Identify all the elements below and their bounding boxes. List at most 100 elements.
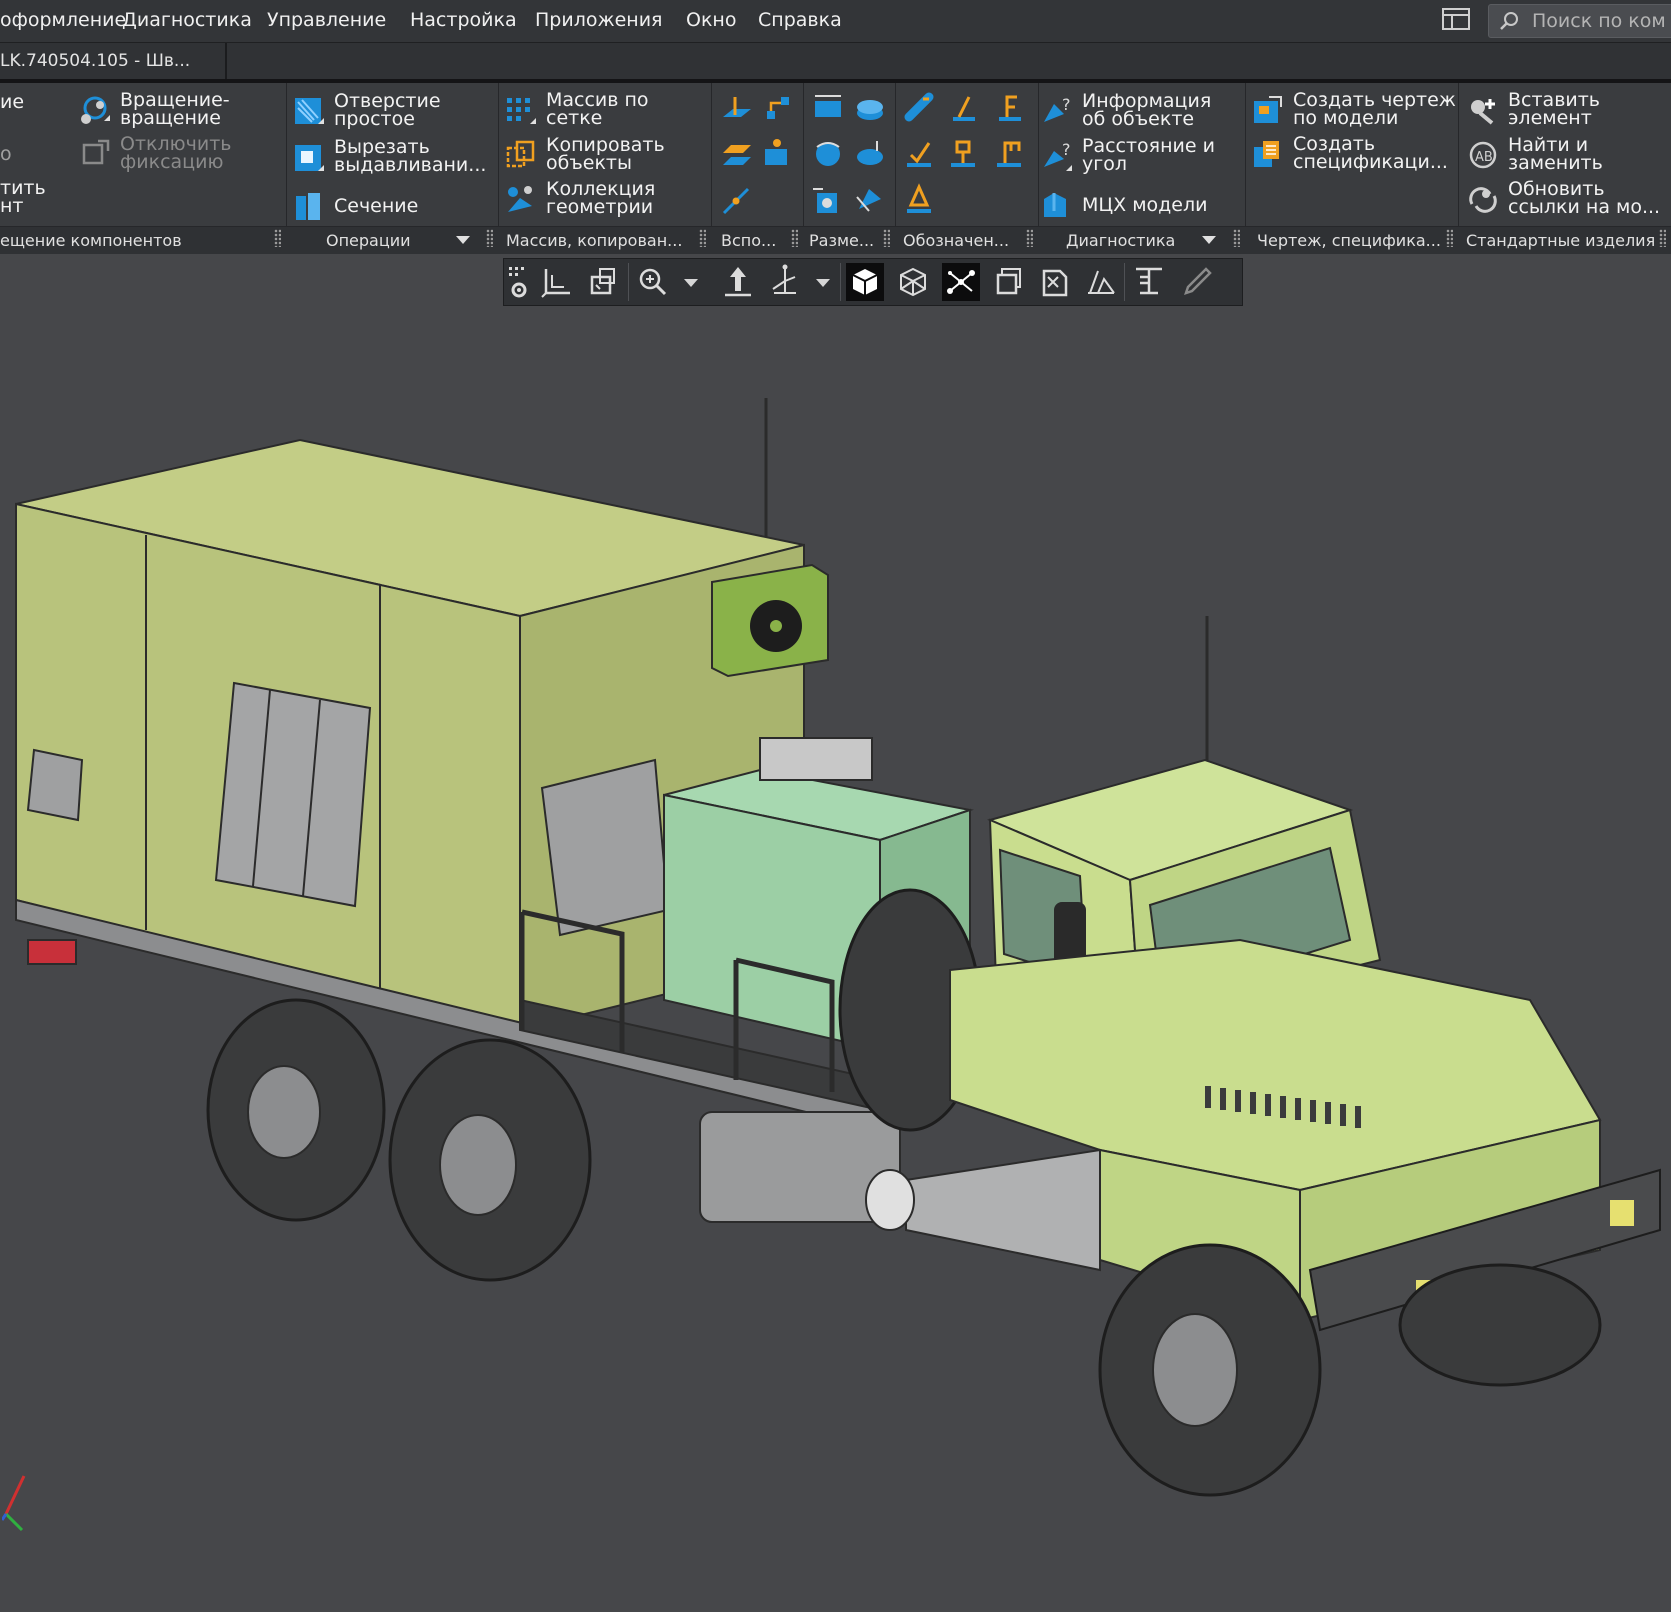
auto-dimension-icon[interactable]: [811, 183, 845, 217]
zoom-chevron-down-icon[interactable]: [684, 279, 698, 287]
rotate-icon[interactable]: [766, 263, 804, 301]
partial-button-3-label: тить нт: [0, 177, 46, 217]
mass-properties-button[interactable]: МЦХ модели: [1040, 187, 1240, 221]
search-input[interactable]: Поиск по ком: [1488, 4, 1671, 38]
panel-grip[interactable]: [1659, 229, 1666, 247]
hide-icon[interactable]: [1036, 263, 1074, 301]
base-icon[interactable]: [947, 137, 981, 171]
axis-icon[interactable]: [761, 91, 795, 125]
distance-angle-label: Расстояние и угол: [1082, 135, 1215, 175]
create-specification-button[interactable]: Создать спецификаци...: [1251, 135, 1456, 175]
shaded-edges-icon[interactable]: [942, 263, 980, 301]
simple-hole-icon: [295, 98, 324, 124]
disable-fixation-icon: [82, 139, 110, 165]
disable-fixation-label: Отключить фиксацию: [120, 133, 232, 173]
copy-objects-button[interactable]: Копировать объекты: [504, 136, 704, 176]
extrude-cut-icon: [295, 145, 324, 171]
roughness-icon[interactable]: [903, 91, 937, 125]
zoom-icon[interactable]: [634, 263, 672, 301]
panel-grip[interactable]: [791, 229, 798, 247]
radial-dimension-icon[interactable]: [853, 137, 887, 171]
rotation-rotation-button[interactable]: Вращение- вращение: [78, 91, 278, 131]
simple-hole-button[interactable]: Отверстие простое: [292, 92, 492, 132]
panel-grip[interactable]: [486, 229, 493, 247]
document-tab[interactable]: LK.740504.105 - Шв...: [0, 43, 227, 79]
panel-standard-parts-label: Стандартные изделия: [1458, 226, 1671, 254]
geometry-collection-button[interactable]: Коллекция геометрии: [504, 180, 704, 220]
partial-button-1[interactable]: ие: [0, 93, 38, 129]
panel-grip[interactable]: [883, 229, 890, 247]
tolerance-icon[interactable]: [993, 137, 1027, 171]
partial-button-3[interactable]: тить нт: [0, 179, 46, 219]
geometry-collection-icon: [508, 186, 532, 212]
angular-dimension-icon[interactable]: [811, 137, 845, 171]
partial-button-2[interactable]: о: [0, 145, 18, 165]
linear-dimension-icon[interactable]: [811, 91, 845, 125]
perspective-icon[interactable]: [1082, 263, 1120, 301]
document-tab-bar: LK.740504.105 - Шв...: [0, 43, 1671, 83]
menu-management[interactable]: Управление: [267, 9, 386, 31]
layout-icon[interactable]: [1442, 8, 1470, 30]
create-drawing-button[interactable]: Создать чертеж по модели: [1251, 91, 1456, 131]
menu-settings[interactable]: Настройка: [410, 9, 517, 31]
menu-design[interactable]: оформление: [0, 9, 126, 31]
section-view-icon[interactable]: [990, 263, 1028, 301]
grid-pattern-button[interactable]: Массив по сетке: [504, 91, 704, 131]
distance-angle-button[interactable]: ? Расстояние и угол: [1040, 137, 1240, 177]
mass-properties-label: МЦХ модели: [1082, 194, 1208, 216]
partial-button-2-label: о: [0, 143, 12, 165]
insert-element-icon: [1471, 99, 1495, 125]
pan-icon[interactable]: [719, 263, 757, 301]
disable-fixation-button[interactable]: Отключить фиксацию: [78, 135, 278, 175]
menu-diagnostics[interactable]: Диагностика: [122, 9, 252, 31]
marking-icon[interactable]: [903, 183, 937, 217]
object-info-button[interactable]: ? Информация об объекте: [1040, 92, 1240, 132]
panel-grip[interactable]: [274, 229, 281, 247]
panel-auxiliary-label: Вспо...: [711, 226, 803, 254]
menu-window[interactable]: Окно: [686, 9, 736, 31]
wireframe-icon[interactable]: [894, 263, 932, 301]
update-links-button[interactable]: Обновить ссылки на мо...: [1466, 180, 1666, 220]
toolbar-separator: [840, 263, 841, 301]
measure-icon[interactable]: [1130, 263, 1168, 301]
panel-grip[interactable]: [699, 229, 706, 247]
object-info-label: Информация об объекте: [1082, 90, 1212, 130]
section-button[interactable]: Сечение: [292, 188, 492, 222]
copy-objects-label: Копировать объекты: [546, 134, 665, 174]
model-viewport[interactable]: [0, 306, 1671, 1608]
datum-icon[interactable]: [947, 91, 981, 125]
create-drawing-icon: [1254, 96, 1282, 123]
point-icon[interactable]: [761, 135, 795, 169]
panel-grip[interactable]: [1233, 229, 1240, 247]
rotation-rotation-icon: [81, 96, 110, 124]
plane-offset-icon[interactable]: [720, 93, 754, 127]
insert-element-button[interactable]: Вставить элемент: [1466, 91, 1666, 131]
panel-dimensions-label: Разме...: [803, 226, 895, 254]
diameter-dimension-icon[interactable]: [853, 91, 887, 125]
menu-help[interactable]: Справка: [758, 9, 842, 31]
panel-operations: Отверстие простое Вырезать выдавливани..…: [286, 83, 499, 254]
eyedropper-icon[interactable]: [1178, 263, 1216, 301]
orientation-icon[interactable]: [538, 263, 576, 301]
find-replace-button[interactable]: AB Найти и заменить: [1466, 136, 1666, 176]
extrude-cut-button[interactable]: Вырезать выдавливани...: [292, 138, 492, 178]
panel-grip[interactable]: [1026, 229, 1033, 247]
weld-icon[interactable]: [903, 137, 937, 171]
geometry-collection-label: Коллекция геометрии: [546, 178, 656, 218]
chevron-down-icon[interactable]: [456, 236, 470, 244]
leader-icon[interactable]: [993, 91, 1027, 125]
menu-applications[interactable]: Приложения: [535, 9, 662, 31]
plane-icon[interactable]: [720, 137, 754, 171]
panel-designations-label: Обозначен...: [895, 226, 1038, 254]
document-tab-label: LK.740504.105 - Шв...: [0, 51, 191, 71]
toolbar-separator: [628, 263, 629, 301]
rotate-chevron-down-icon[interactable]: [816, 279, 830, 287]
chain-dimension-icon[interactable]: [853, 183, 887, 217]
view-from-normal-icon[interactable]: [584, 263, 622, 301]
create-specification-icon: [1254, 141, 1279, 167]
panel-grip[interactable]: [1446, 229, 1453, 247]
shaded-icon[interactable]: [846, 263, 884, 301]
copy-objects-icon: [506, 140, 535, 168]
line-icon[interactable]: [720, 183, 754, 217]
chevron-down-icon[interactable]: [1202, 236, 1216, 244]
